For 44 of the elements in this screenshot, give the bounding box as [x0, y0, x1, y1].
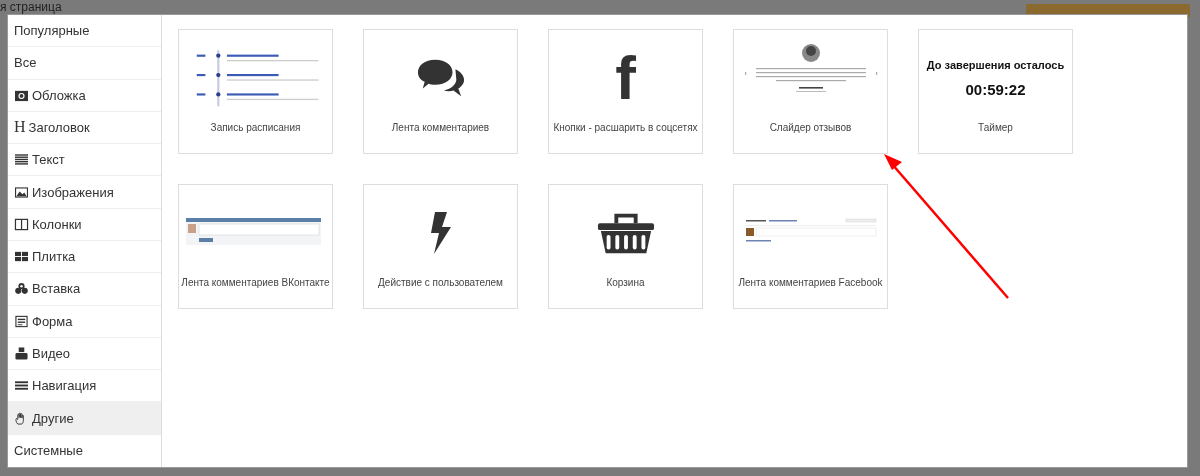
block-label: Таймер [978, 121, 1013, 135]
timer-value: 00:59:22 [965, 80, 1026, 98]
block-card[interactable]: До завершения осталось 00:59:22 Таймер [918, 29, 1073, 154]
block-card[interactable]: Корзина [548, 184, 703, 309]
camera-icon [14, 88, 29, 102]
block-card[interactable]: f Кнопки - расшарить в соцсетях [548, 29, 703, 154]
sidebar-item[interactable]: Плитка [8, 240, 161, 274]
sidebar-item[interactable]: Изображения [8, 176, 161, 209]
facebook-logo: f [615, 47, 636, 109]
lines-icon [14, 153, 29, 167]
sidebar-item[interactable]: Форма [8, 305, 161, 338]
block-label: Действие с пользователем [378, 276, 503, 290]
sidebar-item[interactable]: Другие [8, 402, 161, 435]
columns-icon [14, 217, 29, 231]
sidebar-item[interactable]: Обложка [8, 79, 161, 112]
block-label: Запись расписания [210, 121, 301, 135]
page-title: я страница [0, 0, 62, 14]
block-card[interactable]: Лента комментариев [363, 29, 518, 154]
bars-icon [14, 379, 29, 393]
image-icon [14, 185, 29, 199]
block-label: Лента комментариев Facebook [738, 276, 883, 290]
sidebar-item[interactable]: Видео [8, 337, 161, 371]
sidebar-item[interactable]: Популярные [8, 15, 161, 48]
block-label: Корзина [606, 276, 645, 290]
sidebar-item[interactable]: Текст [8, 144, 161, 177]
block-card[interactable]: Запись расписания [178, 29, 333, 154]
block-label: Лента комментариев [391, 121, 490, 135]
sidebar-item[interactable]: Колонки [8, 208, 161, 241]
block-label: Лента комментариев ВКонтакте [181, 276, 330, 290]
block-card[interactable]: Лента комментариев Facebook [733, 184, 888, 309]
block-label: Слайдер отзывов [769, 121, 852, 135]
form-icon [14, 314, 29, 328]
block-card[interactable]: Действие с пользователем [363, 184, 518, 309]
timer-heading: До завершения осталось [926, 58, 1065, 71]
sidebar-item[interactable]: Все [8, 47, 161, 80]
basket-icon [596, 211, 655, 255]
lightning-icon [428, 211, 453, 255]
sidebar-item[interactable]: H Заголовок [8, 111, 161, 145]
sidebar-item[interactable]: Вставка [8, 273, 161, 306]
sidebar-item[interactable]: Системные [8, 434, 161, 467]
block-card[interactable]: Лента комментариев ВКонтакте [178, 184, 333, 309]
tiles-icon [14, 250, 29, 264]
block-card[interactable]: Слайдер отзывов [733, 29, 888, 154]
block-label: Кнопки - расшарить в соцсетях [553, 121, 698, 135]
